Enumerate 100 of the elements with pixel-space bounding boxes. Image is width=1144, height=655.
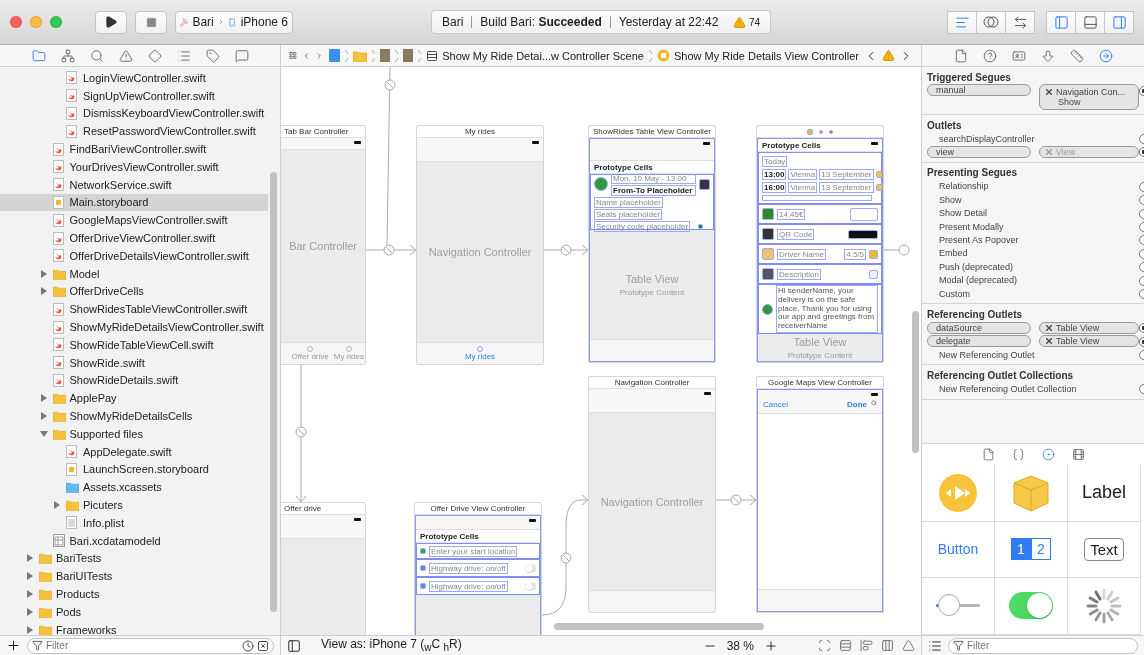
library-item[interactable] — [1068, 578, 1141, 635]
file-tree-item[interactable]: Frameworks — [0, 620, 268, 635]
ruler-tab[interactable] — [1069, 48, 1084, 63]
close-icon[interactable] — [1046, 325, 1052, 331]
arrows-button[interactable] — [1005, 10, 1035, 34]
down-arrow-tab[interactable] — [1040, 48, 1055, 63]
folder-tab[interactable] — [31, 48, 46, 63]
film-tab[interactable] — [1071, 448, 1085, 461]
outlet-pill[interactable]: delegate — [927, 335, 1031, 348]
outlet-pill[interactable]: view — [927, 146, 1031, 159]
library-item[interactable]: Button — [922, 521, 995, 579]
outlet-pill[interactable]: manual — [927, 84, 1031, 96]
file-tree-item[interactable]: DismissKeyboardViewController.swift — [0, 104, 268, 123]
disclosure-triangle-icon[interactable] — [26, 607, 34, 616]
file-tree-item[interactable]: FindBariViewController.swift — [0, 140, 268, 158]
clock-icon[interactable] — [242, 639, 254, 652]
list-icon[interactable] — [928, 638, 942, 653]
file-tab[interactable] — [981, 448, 995, 461]
file-tree-item[interactable]: Bari.xcdatamodeld — [0, 531, 268, 550]
message-tab[interactable] — [234, 48, 249, 63]
file-tree-item[interactable]: Supported files — [0, 424, 268, 443]
warning-icon[interactable] — [882, 48, 895, 62]
zoom-button[interactable] — [50, 16, 62, 28]
close-icon[interactable] — [1046, 89, 1052, 95]
scroll-bar[interactable] — [270, 172, 277, 612]
disclosure-triangle-icon[interactable] — [39, 394, 48, 403]
file-tree-item[interactable]: ShowRide.swift — [0, 353, 268, 372]
disclosure-triangle-icon[interactable] — [39, 269, 48, 278]
view-as-label[interactable]: View as: iPhone 7 ($_{w}$C $_{h}$R) — [321, 637, 462, 654]
bottom-panel-button[interactable] — [1075, 10, 1105, 34]
file-tree-item[interactable]: YourDrivesViewController.swift — [0, 158, 268, 176]
file-tab[interactable] — [953, 48, 968, 63]
disclosure-triangle-icon[interactable] — [53, 501, 61, 509]
file-tree-item[interactable]: Model — [0, 264, 268, 283]
close-icon[interactable] — [1046, 338, 1052, 345]
run-button[interactable] — [95, 10, 127, 34]
file-tree-item[interactable]: NetworkService.swift — [0, 175, 268, 194]
help-tab[interactable] — [982, 48, 997, 63]
file-tree-item[interactable]: ShowRideDetails.swift — [0, 371, 268, 390]
hierarchy-tab[interactable] — [60, 48, 75, 63]
file-tree-item[interactable]: ShowRidesTableViewController.swift — [0, 300, 268, 319]
file-tree-item[interactable]: AppDelegate.swift — [0, 442, 268, 461]
disclosure-triangle-icon[interactable] — [39, 429, 48, 438]
filter-field[interactable]: Filter — [948, 637, 1138, 654]
file-tree-item[interactable]: Main.storyboard — [0, 193, 268, 212]
disclosure-triangle-icon[interactable] — [39, 412, 48, 421]
circles-button[interactable] — [976, 10, 1006, 34]
diamond-tab[interactable] — [147, 48, 162, 63]
file-tree-item[interactable]: OfferDriveViewController.swift — [0, 229, 268, 247]
file-tree-item[interactable]: OfferDriveDetailsViewController.swift — [0, 246, 268, 265]
grid-icon[interactable] — [289, 49, 297, 62]
library-item[interactable]: Text — [1068, 521, 1141, 579]
library-item[interactable]: Label — [1068, 465, 1141, 522]
file-tree-item[interactable]: ShowMyRideDetailsViewController.swift — [0, 318, 268, 336]
sidebar-icon[interactable] — [287, 638, 301, 653]
file-tree-item[interactable]: Info.plist — [0, 513, 268, 532]
scheme-selector[interactable]: Bari iPhone 6 — [175, 10, 293, 34]
disclosure-triangle-icon[interactable] — [26, 554, 34, 563]
path-item[interactable] — [380, 49, 391, 62]
close-icon[interactable] — [257, 639, 269, 652]
file-tree-item[interactable]: GoogleMapsViewController.swift — [0, 211, 268, 230]
pin-icon[interactable] — [881, 639, 894, 652]
file-tree-item[interactable]: ApplePay — [0, 389, 268, 408]
left-panel-button[interactable] — [1046, 10, 1076, 34]
file-tree-item[interactable]: ResetPasswordViewController.swift — [0, 122, 268, 141]
file-tree-item[interactable]: Picuters — [0, 496, 268, 514]
circle-dot-tab[interactable] — [1041, 448, 1055, 461]
warning-tab[interactable] — [118, 48, 133, 63]
file-tree-item[interactable]: SignUpViewController.swift — [0, 86, 268, 105]
id-card-tab[interactable] — [1011, 48, 1026, 63]
align-icon[interactable] — [860, 639, 873, 652]
file-tree-item[interactable]: BariUITests — [0, 567, 268, 586]
update-frames-icon[interactable] — [818, 639, 831, 652]
scroll-bar[interactable] — [554, 623, 764, 630]
disclosure-triangle-icon[interactable] — [26, 572, 34, 581]
filter-field[interactable]: Filter — [27, 637, 274, 654]
disclosure-triangle-icon[interactable] — [26, 590, 34, 598]
arrow-circle-tab[interactable] — [1098, 48, 1113, 63]
path-item[interactable]: Show My Ride Details View Controller — [656, 49, 859, 62]
disclosure-triangle-icon[interactable] — [39, 287, 48, 296]
path-item[interactable] — [403, 49, 414, 62]
stop-button[interactable] — [135, 10, 167, 34]
file-tree-item[interactable]: ShowMyRideDetailsCells — [0, 407, 268, 425]
connection-target[interactable]: Table View — [1039, 322, 1139, 334]
file-tree-item[interactable]: ShowRideTableViewCell.swift — [0, 335, 268, 354]
file-tree-item[interactable]: LaunchScreen.storyboard — [0, 460, 268, 479]
align-left-button[interactable] — [947, 10, 977, 34]
embed-icon[interactable] — [839, 639, 852, 652]
connection-target[interactable]: Table View — [1039, 335, 1139, 348]
path-item[interactable]: Show My Ride Detai...w Controller Scene — [426, 49, 644, 62]
tag-tab[interactable] — [205, 48, 220, 63]
list-tab[interactable] — [176, 48, 191, 63]
right-panel-button[interactable] — [1104, 10, 1134, 34]
outlet-pill[interactable]: dataSource — [927, 322, 1031, 334]
connection-target[interactable]: Navigation Con... Show — [1039, 84, 1139, 110]
library-item[interactable]: 1 2 — [995, 521, 1068, 579]
add-icon[interactable] — [6, 638, 21, 653]
scroll-bar[interactable] — [912, 311, 919, 453]
file-tree-item[interactable]: LoginViewController.swift — [0, 69, 268, 87]
disclosure-triangle-icon[interactable] — [26, 625, 34, 634]
